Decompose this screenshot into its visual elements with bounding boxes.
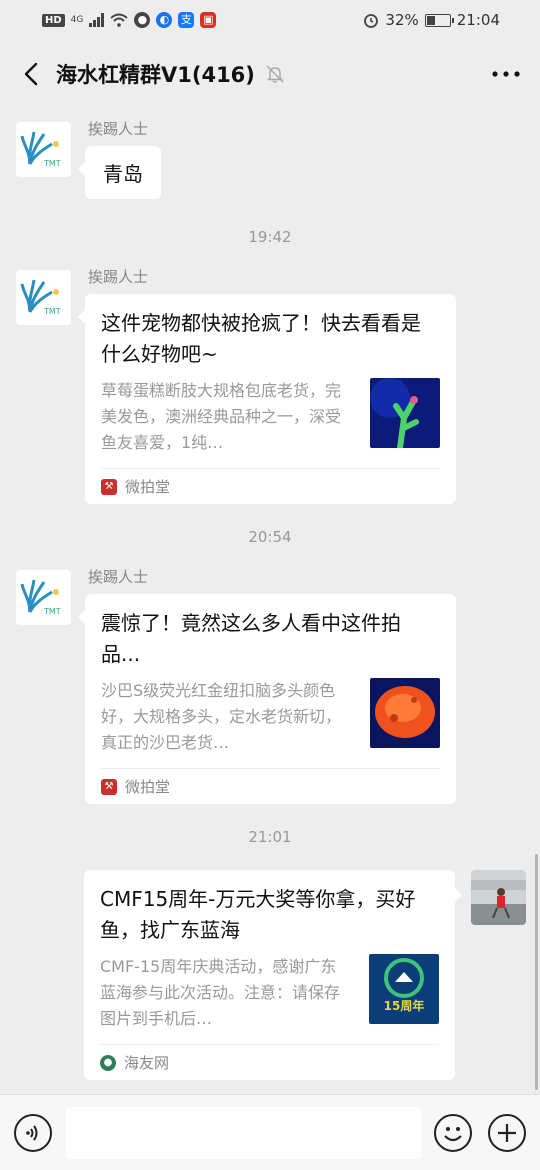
timestamp: 21:01 [248, 828, 292, 846]
card-description: 沙巴S级荧光红金纽扣脑多头颜色好，大规格多头，定水老货新切，真正的沙巴老货… [101, 681, 341, 752]
chat-header: 海水杠精群V1(416) [0, 40, 540, 108]
card-title: 这件宠物都快被抢疯了！快去看看是什么好物吧~ [101, 311, 421, 366]
avatar[interactable]: TMT [16, 122, 71, 177]
sender-name: 挨踢人士 [88, 120, 149, 138]
input-bar [0, 1094, 540, 1170]
card-source: ⚒ 微拍堂 [101, 768, 440, 804]
card-source: ⚒ 微拍堂 [101, 468, 440, 504]
more-button[interactable] [486, 54, 526, 94]
battery-percent: 32% [385, 11, 419, 29]
signal-icon [89, 13, 105, 27]
card-description: CMF-15周年庆典活动，感谢广东蓝海参与此次活动。注意：请保存图片到手机后… [100, 957, 340, 1028]
back-button[interactable] [16, 54, 46, 94]
status-left: HD 4G ● ◐ 支 ▣ [42, 12, 217, 28]
status-bar: HD 4G ● ◐ 支 ▣ 32% 21:04 [0, 0, 540, 40]
link-card[interactable]: CMF15周年-万元大奖等你拿，买好鱼，找广东蓝海 CMF-15周年庆典活动，感… [84, 870, 462, 1080]
plus-icon [498, 1124, 516, 1142]
weipaitang-icon: ⚒ [101, 778, 117, 795]
card-title: 震惊了！竟然这么多人看中这件拍品... [101, 611, 401, 666]
train-icon: ▣ [200, 12, 217, 28]
chat-area[interactable]: TMT 挨踢人士 青岛 19:42 TMT 挨踢人士 这件宠物都快被抢疯了！快去… [0, 108, 540, 1094]
message-item: TMT 挨踢人士 青岛 [16, 120, 524, 212]
card-title: CMF15周年-万元大奖等你拿，买好鱼，找广东蓝海 [100, 887, 416, 942]
message-item: CMF15周年-万元大奖等你拿，买好鱼，找广东蓝海 CMF-15周年庆典活动，感… [16, 870, 526, 1085]
sender-name: 挨踢人士 [88, 568, 149, 586]
chat-title: 海水杠精群V1(416) [56, 63, 255, 87]
battery-icon [424, 13, 454, 27]
emoji-button[interactable] [434, 1114, 472, 1152]
clock: 21:04 [456, 11, 500, 29]
plus-button[interactable] [488, 1114, 526, 1152]
wechat-icon: ● [134, 12, 151, 28]
text-bubble[interactable]: 青岛 [78, 146, 161, 199]
weipaitang-icon: ⚒ [101, 478, 117, 495]
message-input[interactable] [66, 1107, 421, 1159]
hd-badge: HD [42, 13, 65, 27]
mute-icon [265, 63, 287, 85]
alarm-icon [364, 14, 379, 28]
card-thumbnail [370, 678, 440, 748]
status-right: 32% 21:04 [363, 11, 500, 29]
voice-icon [26, 1125, 38, 1141]
message-item: TMT 挨踢人士 这件宠物都快被抢疯了！快去看看是什么好物吧~ 草莓蛋糕断肢大规… [16, 268, 524, 504]
link-card[interactable]: 震惊了！竟然这么多人看中这件拍品... 沙巴S级荧光红金纽扣脑多头颜色好，大规格… [78, 594, 456, 804]
browser-icon: ◐ [156, 12, 173, 28]
sender-name: 挨踢人士 [88, 268, 149, 286]
source-name: 微拍堂 [125, 778, 171, 796]
link-card[interactable]: 这件宠物都快被抢疯了！快去看看是什么好物吧~ 草莓蛋糕断肢大规格包底老货，完美发… [78, 294, 456, 504]
more-icon [492, 71, 520, 77]
source-name: 微拍堂 [125, 478, 171, 496]
back-icon [24, 62, 38, 86]
avatar[interactable]: TMT [16, 270, 71, 325]
wifi-icon [110, 13, 129, 27]
card-thumbnail [370, 378, 440, 448]
haiyou-icon: ● [100, 1054, 116, 1071]
card-description: 草莓蛋糕断肢大规格包底老货，完美发色，澳洲经典品种之一，深受鱼友喜爱，1纯… [101, 381, 341, 452]
thumbnail-text: 15周年 [383, 999, 425, 1013]
network-label: 4G [70, 15, 84, 25]
svg-text:TMT: TMT [43, 307, 61, 316]
svg-text:TMT: TMT [43, 159, 61, 168]
svg-text:TMT: TMT [43, 607, 61, 616]
timestamp: 19:42 [248, 228, 292, 246]
scrollbar[interactable] [535, 854, 538, 1090]
emoji-icon [444, 1127, 462, 1142]
source-name: 海友网 [124, 1054, 170, 1072]
avatar[interactable]: TMT [16, 570, 71, 625]
card-thumbnail: 15周年 [369, 954, 439, 1024]
card-source: ● 海友网 [100, 1044, 439, 1080]
message-item: TMT 挨踢人士 震惊了！竟然这么多人看中这件拍品... 沙巴S级荧光红金纽扣脑… [16, 568, 524, 804]
timestamp: 20:54 [248, 528, 292, 546]
avatar[interactable] [471, 870, 526, 925]
alipay-icon: 支 [178, 12, 195, 28]
voice-button[interactable] [14, 1114, 52, 1152]
